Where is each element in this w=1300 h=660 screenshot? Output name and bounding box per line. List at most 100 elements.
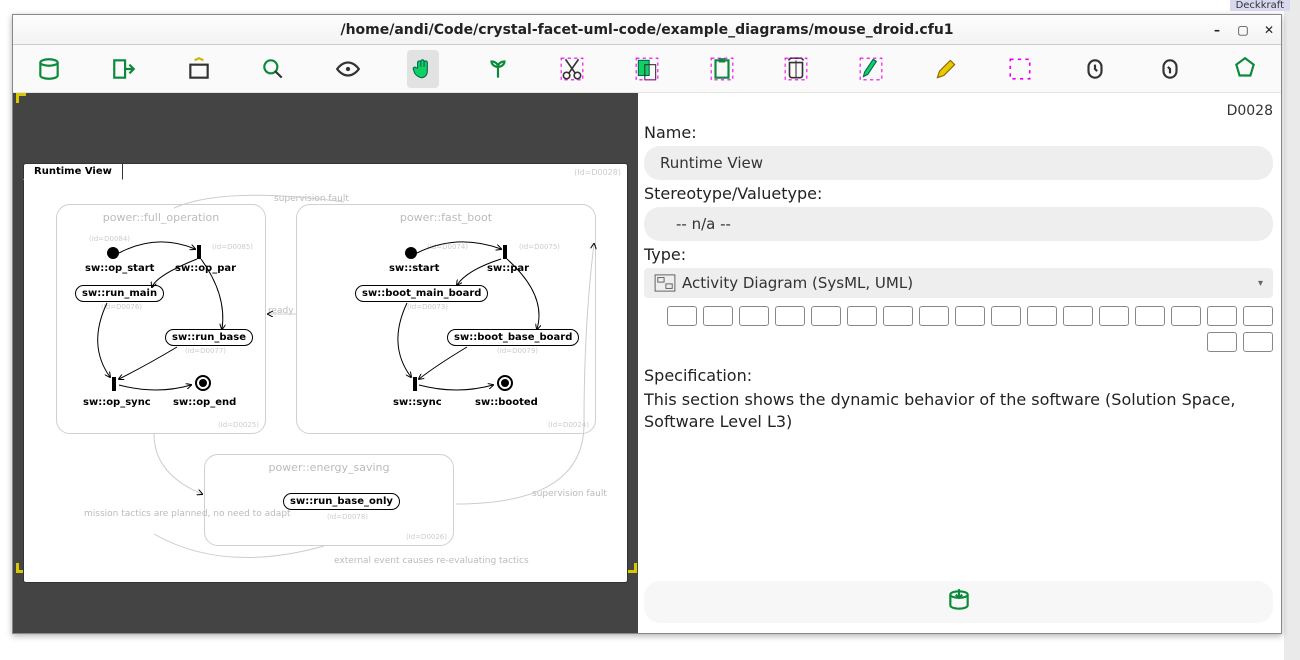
type-option[interactable]	[883, 306, 913, 326]
region-fast-boot[interactable]: power::fast_boot sw::start (Id=D0074) sw…	[296, 204, 596, 434]
region-id: (Id=D0024)	[548, 421, 589, 429]
chevron-down-icon: ▾	[1258, 278, 1263, 289]
stereotype-input[interactable]	[644, 207, 1273, 241]
copy-icon[interactable]	[631, 50, 664, 88]
node-id: (Id=D0077)	[185, 347, 226, 355]
app-window: /home/andi/Code/crystal-facet-uml-code/e…	[12, 14, 1282, 634]
node-label: sw::op_sync	[83, 397, 151, 408]
node-label: sw::par	[487, 263, 529, 274]
toolbar	[13, 45, 1281, 93]
node-label: sw::op_par	[175, 263, 236, 274]
type-option[interactable]	[1243, 306, 1273, 326]
region-title: power::energy_saving	[205, 455, 453, 474]
region-id: (Id=D0026)	[406, 533, 447, 541]
node-run-base[interactable]: sw::run_base	[165, 329, 253, 346]
node-boot-main[interactable]: sw::boot_main_board	[355, 285, 488, 302]
type-option[interactable]	[703, 306, 733, 326]
type-label: Type:	[644, 245, 1273, 264]
node-label: sw::sync	[393, 397, 442, 408]
delete-icon[interactable]	[780, 50, 813, 88]
type-option[interactable]	[991, 306, 1021, 326]
diagram-sheet[interactable]: Runtime View (Id=D0028) supervision faul…	[23, 163, 628, 583]
type-option[interactable]	[919, 306, 949, 326]
diagram-id: D0028	[644, 103, 1273, 119]
highlight-icon[interactable]	[855, 50, 888, 88]
node-id: (Id=D0084)	[89, 235, 130, 243]
stereotype-label: Stereotype/Valuetype:	[644, 184, 1273, 203]
type-option[interactable]	[1243, 332, 1273, 352]
node-id: (Id=D0074)	[427, 243, 468, 251]
region-id: (Id=D0025)	[218, 421, 259, 429]
hand-icon[interactable]	[407, 50, 440, 88]
region-full-operation[interactable]: power::full_operation sw::op_start (Id=D…	[56, 204, 266, 434]
reset-selection-icon[interactable]	[1004, 50, 1037, 88]
new-window-icon[interactable]	[182, 50, 215, 88]
edit-icon[interactable]	[929, 50, 962, 88]
type-option[interactable]	[1027, 306, 1057, 326]
type-option[interactable]	[667, 306, 697, 326]
diagram-type-icon	[654, 274, 676, 292]
titlebar[interactable]: /home/andi/Code/crystal-facet-uml-code/e…	[13, 15, 1281, 45]
minimize-button[interactable]: –	[1209, 22, 1225, 38]
background-app-label: Deckkraft	[1230, 0, 1290, 11]
type-option[interactable]	[1171, 306, 1201, 326]
node-id: (Id=D0079)	[497, 347, 538, 355]
node-id: (Id=D0078)	[327, 513, 368, 521]
type-option[interactable]	[1063, 306, 1093, 326]
about-icon[interactable]	[1228, 50, 1261, 88]
database-icon[interactable]	[33, 50, 66, 88]
search-icon[interactable]	[257, 50, 290, 88]
sheet-id: (Id=D0028)	[574, 168, 621, 177]
cut-icon[interactable]	[556, 50, 589, 88]
node-id: (Id=D0075)	[519, 243, 560, 251]
export-icon[interactable]	[108, 50, 141, 88]
node-boot-base[interactable]: sw::boot_base_board	[447, 329, 579, 346]
diagram-canvas[interactable]: Runtime View (Id=D0028) supervision faul…	[13, 93, 638, 633]
type-option[interactable]	[775, 306, 805, 326]
node-label: sw::booted	[475, 397, 538, 408]
edge-label: mission tactics are planned, no need to …	[84, 509, 291, 519]
redo-icon[interactable]	[1154, 50, 1187, 88]
edge-label: external event causes re-evaluating tact…	[334, 556, 529, 566]
close-button[interactable]: ✕	[1261, 22, 1277, 38]
type-option[interactable]	[739, 306, 769, 326]
type-option[interactable]	[811, 306, 841, 326]
node-id: (Id=D0085)	[212, 243, 253, 251]
type-option[interactable]	[1207, 306, 1237, 326]
plant-icon[interactable]	[481, 50, 514, 88]
node-label: sw::start	[389, 263, 439, 274]
maximize-button[interactable]: ▢	[1235, 22, 1251, 38]
eye-icon[interactable]	[332, 50, 365, 88]
type-option[interactable]	[1135, 306, 1165, 326]
commit-button[interactable]	[946, 587, 972, 617]
name-input[interactable]	[644, 146, 1273, 180]
diagram-type-grid	[644, 306, 1273, 352]
type-value: Activity Diagram (SysML, UML)	[682, 274, 913, 292]
name-label: Name:	[644, 123, 1273, 142]
sheet-title-tab: Runtime View	[23, 163, 123, 180]
type-select[interactable]: Activity Diagram (SysML, UML) ▾	[644, 268, 1273, 298]
window-title: /home/andi/Code/crystal-facet-uml-code/e…	[340, 22, 953, 38]
properties-panel: D0028 Name: Stereotype/Valuetype: Type: …	[638, 93, 1281, 633]
undo-icon[interactable]	[1079, 50, 1112, 88]
node-label: sw::op_start	[85, 263, 154, 274]
type-option[interactable]	[1099, 306, 1129, 326]
edge-label: supervision fault	[532, 489, 607, 499]
spec-text[interactable]: This section shows the dynamic behavior …	[644, 389, 1273, 432]
node-id: (Id=D0073)	[407, 303, 448, 311]
region-title: power::full_operation	[57, 205, 265, 224]
node-id: (Id=D0076)	[101, 303, 142, 311]
type-option[interactable]	[1207, 332, 1237, 352]
node-run-base-only[interactable]: sw::run_base_only	[283, 493, 400, 510]
spec-label: Specification:	[644, 366, 1273, 385]
region-energy-saving[interactable]: power::energy_saving sw::run_base_only (…	[204, 454, 454, 546]
edge-label: ready	[268, 306, 294, 316]
region-title: power::fast_boot	[297, 205, 595, 224]
type-option[interactable]	[955, 306, 985, 326]
paste-icon[interactable]	[705, 50, 738, 88]
type-option[interactable]	[847, 306, 877, 326]
node-run-main[interactable]: sw::run_main	[75, 285, 164, 302]
commit-row	[644, 581, 1273, 623]
edge-label: supervision fault	[274, 194, 349, 204]
node-label: sw::op_end	[173, 397, 236, 408]
